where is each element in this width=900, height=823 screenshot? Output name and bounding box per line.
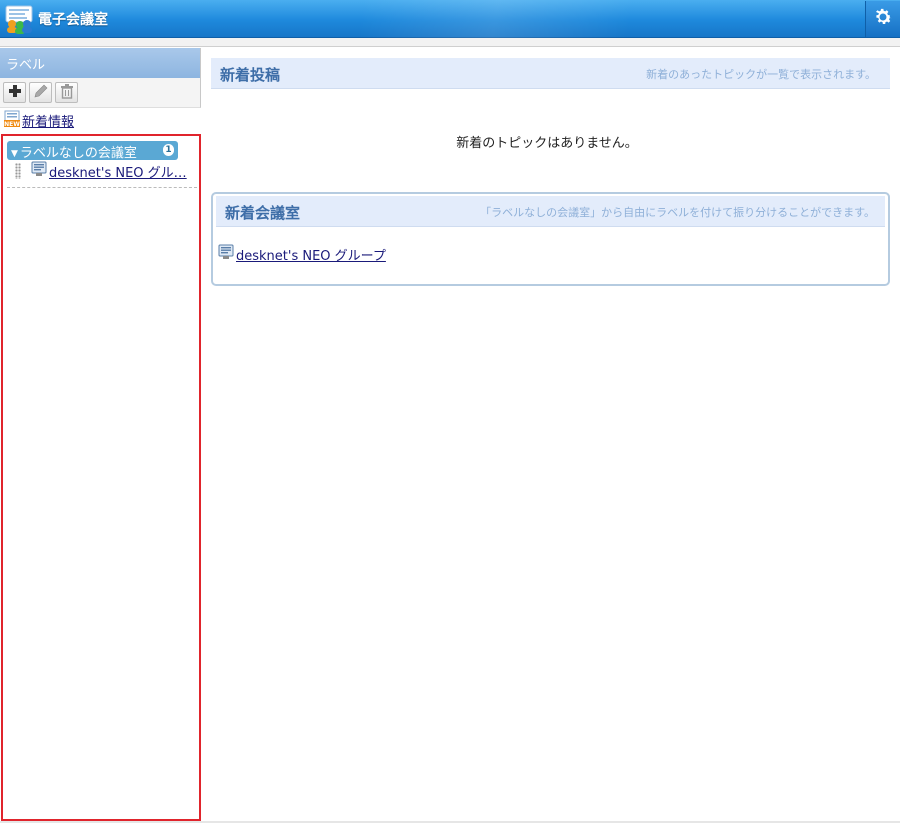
new-rooms-panel: 新着会議室 「ラベルなしの会議室」から自由にラベルを付けて振り分けることができま… <box>211 192 890 286</box>
new-rooms-description: 「ラベルなしの会議室」から自由にラベルを付けて振り分けることができます。 <box>480 206 875 219</box>
conference-room-icon <box>31 161 47 181</box>
settings-button[interactable] <box>865 1 900 37</box>
new-posts-empty-message: 新着のトピックはありません。 <box>456 136 638 151</box>
new-room-link[interactable]: desknet's NEO グループ <box>236 245 386 264</box>
label-unlabeled-rooms[interactable]: ▼ ラベルなしの会議室 1 <box>7 141 178 161</box>
main-content: 新着投稿 新着のあったトピックが一覧で表示されます。 新着のトピックはありません… <box>202 48 900 823</box>
delete-label-button[interactable] <box>55 82 78 103</box>
gear-icon <box>872 6 894 32</box>
room-link[interactable]: desknet's NEO グル… <box>49 162 187 181</box>
conference-room-icon <box>218 244 234 264</box>
edit-label-button[interactable] <box>29 82 52 103</box>
new-posts-description: 新着のあったトピックが一覧で表示されます。 <box>646 68 876 81</box>
new-rooms-title: 新着会議室 <box>225 204 301 222</box>
sidebar-toolbar <box>0 78 201 108</box>
new-info-item[interactable]: NEW 新着情報 <box>4 110 74 131</box>
svg-text:NEW: NEW <box>4 121 20 127</box>
new-posts-header: 新着投稿 新着のあったトピックが一覧で表示されます。 <box>211 58 890 89</box>
drag-handle-icon[interactable] <box>15 163 21 179</box>
label-name: ラベルなしの会議室 <box>19 146 137 161</box>
expand-triangle-icon[interactable]: ▼ <box>11 149 18 159</box>
plus-icon <box>8 84 22 102</box>
new-room-item[interactable]: desknet's NEO グループ <box>218 244 386 264</box>
new-info-link[interactable]: 新着情報 <box>22 111 74 130</box>
sidebar-header: ラベル <box>0 48 201 78</box>
add-label-button[interactable] <box>3 82 26 103</box>
label-tree-panel: ▼ ラベルなしの会議室 1 desknet's NEO グル… <box>1 134 201 821</box>
room-item[interactable]: desknet's NEO グル… <box>15 161 201 181</box>
new-rooms-header: 新着会議室 「ラベルなしの会議室」から自由にラベルを付けて振り分けることができま… <box>216 196 885 227</box>
divider <box>7 187 197 188</box>
label-count-badge: 1 <box>163 144 174 156</box>
sidebar-header-label: ラベル <box>6 58 46 73</box>
new-posts-title: 新着投稿 <box>220 66 281 84</box>
trash-icon <box>60 83 74 103</box>
conference-app-icon <box>4 4 34 34</box>
pencil-icon <box>33 83 49 103</box>
titlebar-underline <box>0 38 900 47</box>
app-title: 電子会議室 <box>38 12 108 28</box>
app-titlebar: 電子会議室 <box>0 0 900 38</box>
new-info-icon: NEW <box>4 110 20 131</box>
